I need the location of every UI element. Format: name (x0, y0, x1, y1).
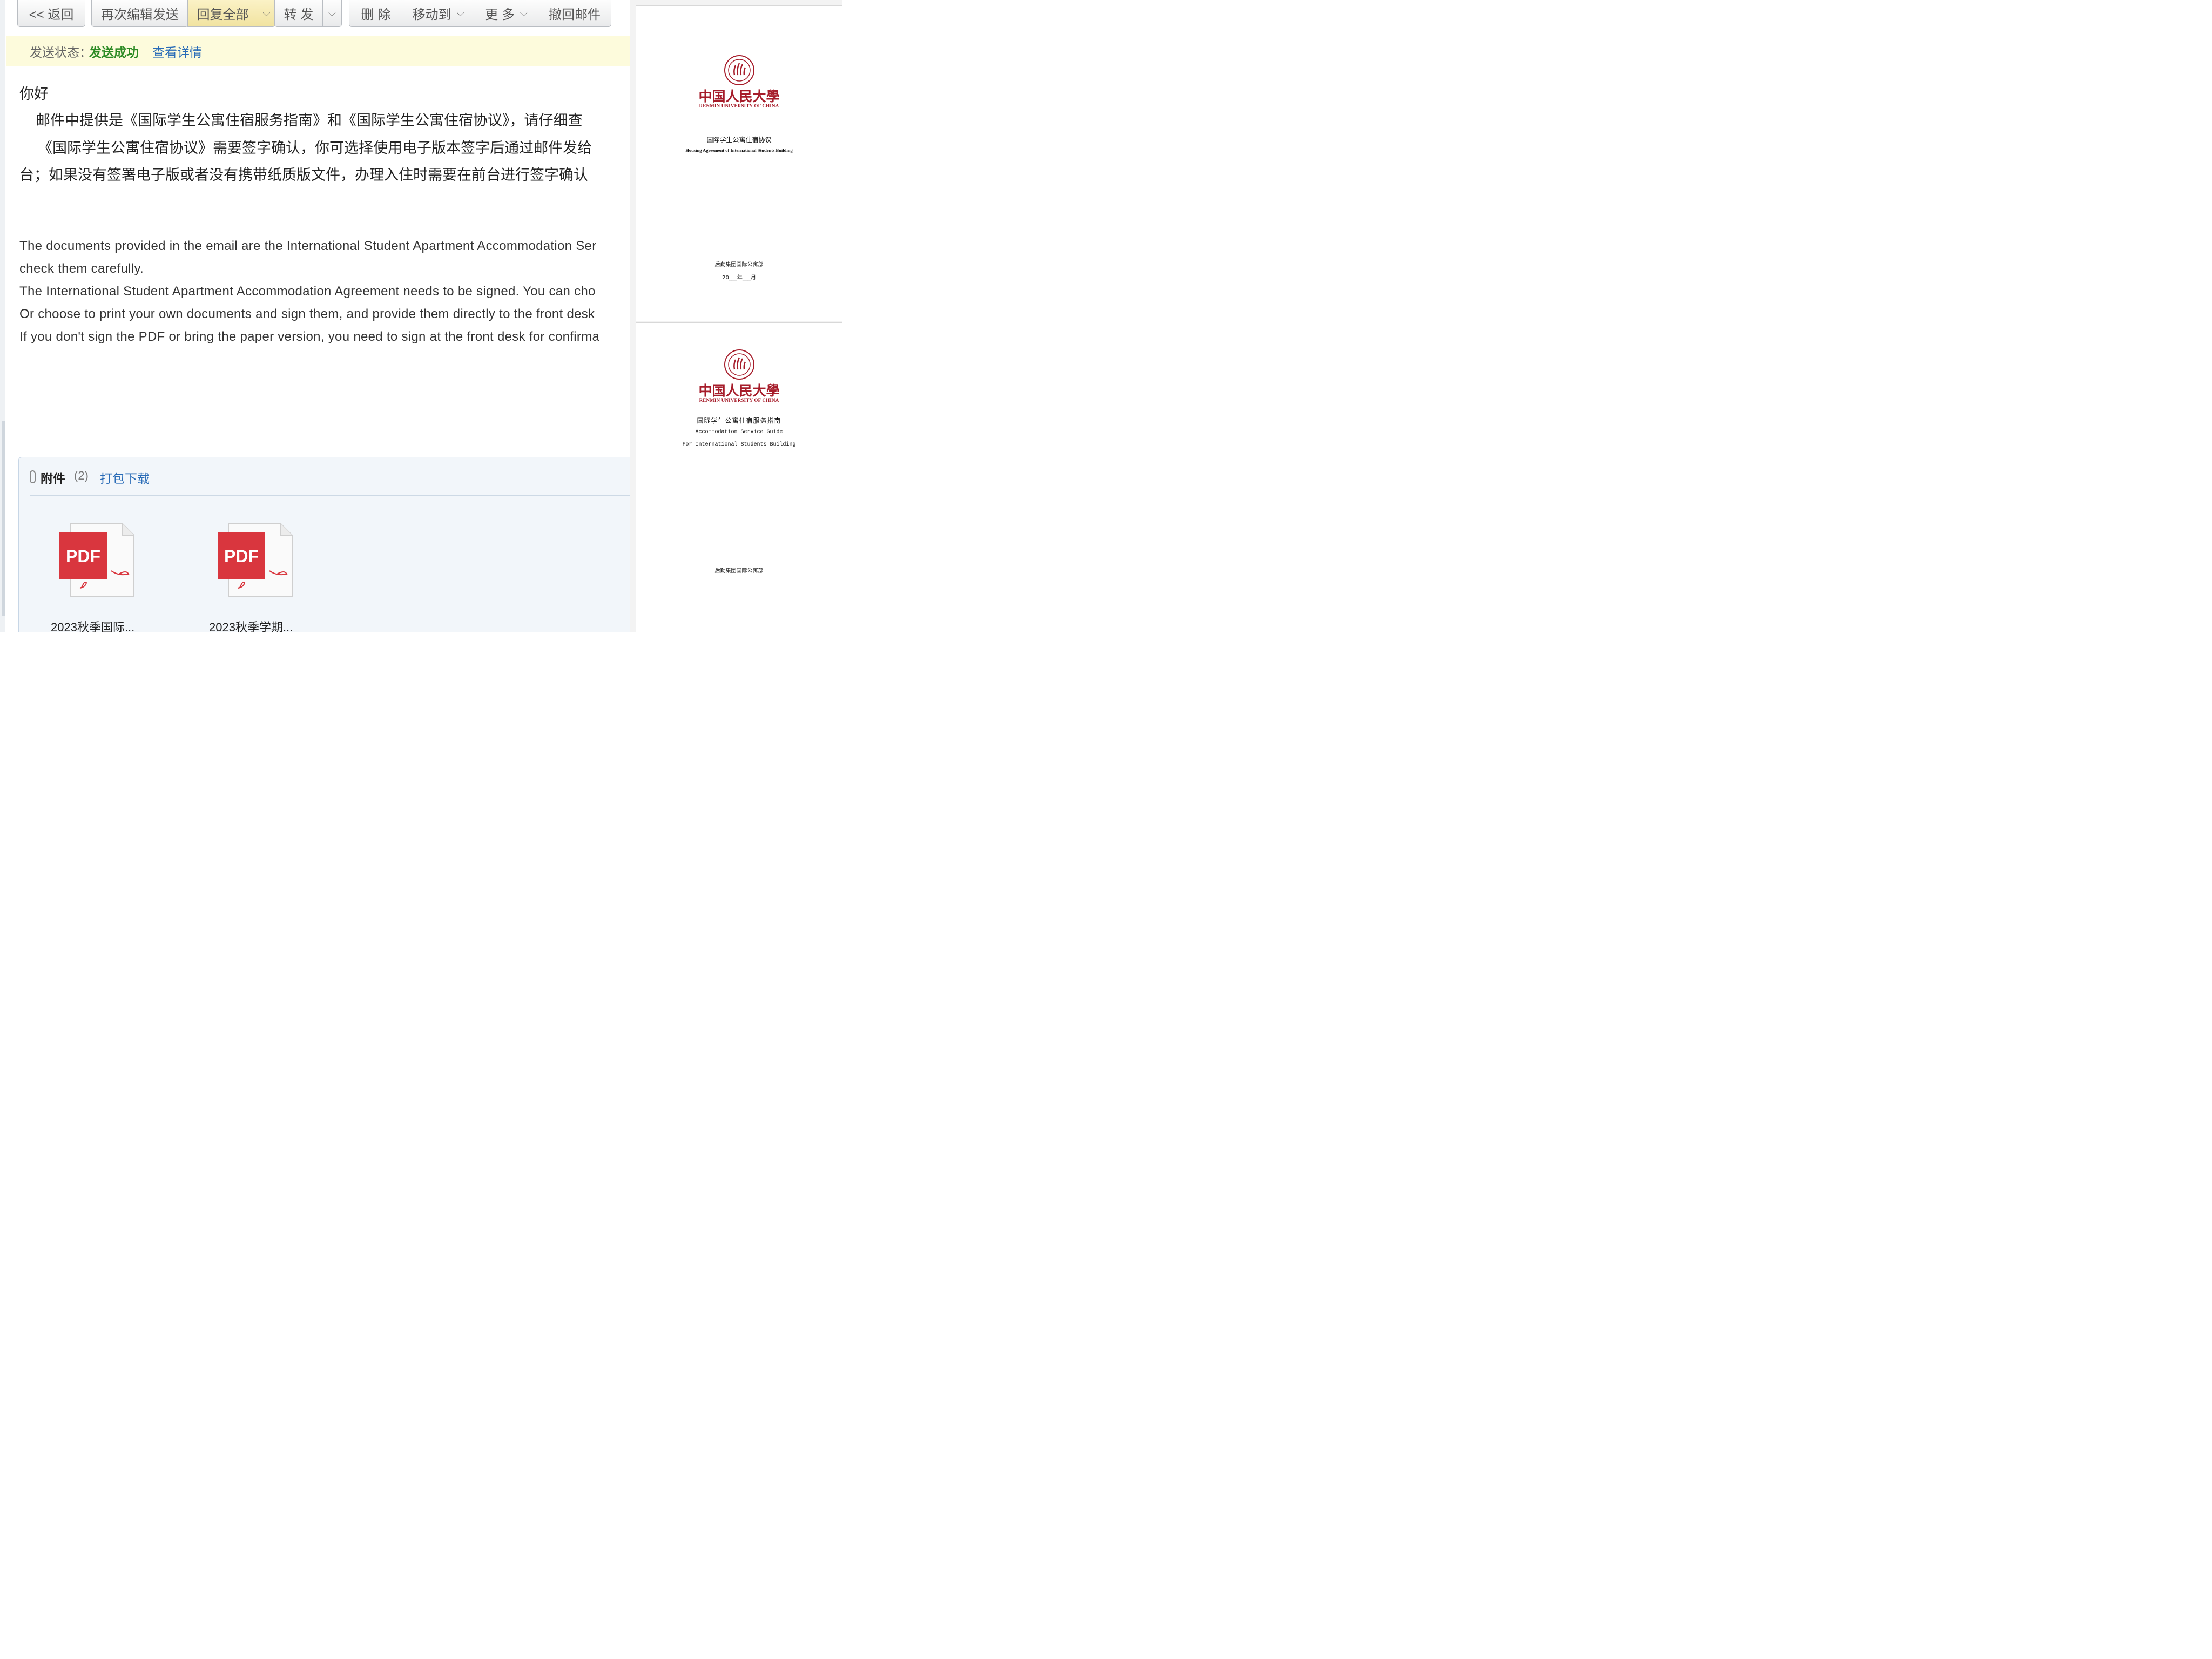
forward-label: 转 发 (284, 8, 314, 22)
body-en-line-1: The documents provided in the email are … (19, 239, 597, 253)
body-en-line-3: The International Student Apartment Acco… (19, 284, 596, 299)
pdf-preview-panel: 中国人民大學 RENMIN UNIVERSITY OF CHINA 国际学生公寓… (630, 0, 842, 633)
recall-label: 撤回邮件 (549, 8, 601, 22)
more-label: 更 多 (485, 8, 515, 22)
chevron-down-icon: ⌵ (520, 8, 528, 18)
body-en-line-5: If you don't sign the PDF or bring the p… (19, 329, 600, 344)
attachments-divider (30, 495, 630, 496)
reply-all-button[interactable]: 回复全部 (187, 0, 258, 27)
document-title-zh: 国际学生公寓住宿协议 (706, 136, 772, 144)
university-name-en: RENMIN UNIVERSITY OF CHINA (699, 103, 779, 109)
document-page-housing-agreement: 中国人民大學 RENMIN UNIVERSITY OF CHINA 国际学生公寓… (636, 5, 842, 321)
university-seal-icon (724, 349, 754, 380)
chevron-down-icon: ⌵ (328, 8, 336, 18)
body-zh-line-1: 邮件中提供是《国际学生公寓住宿服务指南》和《国际学生公寓住宿协议》，请仔细查 (36, 112, 583, 129)
edge-marker (2, 421, 5, 616)
body-zh-line-2: 《国际学生公寓住宿协议》需要签字确认，你可选择使用电子版本签字后通过邮件发给 (38, 140, 592, 157)
move-to-label: 移动到 (412, 8, 451, 22)
attachment-file-name: 2023秋季国际... (51, 621, 135, 632)
greeting: 你好 (19, 86, 49, 103)
body-zh-line-3: 台；如果没有签署电子版或者没有携带纸质版文件，办理入住时需要在前台进行签字确认 (19, 167, 588, 184)
pdf-icon-label: PDF (224, 547, 259, 566)
view-details-link[interactable]: 查看详情 (152, 42, 202, 60)
body-en-line-4: Or choose to print your own documents an… (19, 307, 595, 321)
pdf-icon-label: PDF (66, 547, 100, 566)
chevron-down-icon: ⌵ (456, 8, 464, 18)
reply-all-dropdown[interactable]: ⌵ (258, 0, 275, 27)
document-title-en-1: Accommodation Service Guide (695, 429, 783, 435)
left-window-edge (0, 0, 5, 632)
university-name-zh: 中国人民大學 (698, 89, 780, 104)
reedit-send-button[interactable]: 再次编辑发送 (91, 0, 188, 27)
send-status-bar: 发送状态： 发送成功 查看详情 (6, 36, 630, 66)
forward-dropdown[interactable]: ⌵ (322, 0, 342, 27)
pdf-file-icon: PDF (59, 523, 134, 597)
move-to-button[interactable]: 移动到 ⌵ (402, 0, 475, 27)
delete-label: 删 除 (361, 8, 391, 22)
document-title-en: Housing Agreement of International Stude… (685, 147, 793, 153)
pdf-file-icon: PDF (218, 523, 293, 597)
document-page-service-guide: 中国人民大學 RENMIN UNIVERSITY OF CHINA 国际学生公寓… (636, 322, 842, 633)
download-all-link[interactable]: 打包下载 (100, 468, 150, 487)
document-department: 后勤集团国际公寓部 (714, 262, 764, 268)
reedit-label: 再次编辑发送 (101, 8, 179, 22)
recall-button[interactable]: 撤回邮件 (538, 0, 611, 27)
document-title-zh: 国际学生公寓住宿服务指南 (697, 417, 781, 424)
more-button[interactable]: 更 多 ⌵ (474, 0, 539, 27)
document-date: 20___年___月 (722, 275, 756, 281)
university-name-en: RENMIN UNIVERSITY OF CHINA (699, 397, 779, 403)
delete-button[interactable]: 删 除 (349, 0, 403, 27)
attachment-file-1[interactable]: PDF 2023秋季国际... (51, 522, 150, 632)
forward-button[interactable]: 转 发 (274, 0, 323, 27)
status-value: 发送成功 (89, 45, 139, 59)
body-en-line-2: check them carefully. (19, 261, 144, 276)
university-seal-icon (724, 55, 754, 85)
back-button[interactable]: << 返回 (17, 0, 85, 27)
attachments-count: (2) (74, 469, 89, 482)
university-name-zh: 中国人民大學 (698, 383, 780, 399)
chevron-down-icon: ⌵ (262, 8, 271, 18)
document-department: 后勤集团国际公寓部 (714, 568, 764, 574)
email-view: << 返回 再次编辑发送 回复全部 ⌵ 转 发 ⌵ 删 除 移动到 ⌵ 更 多 ⌵ … (5, 0, 630, 632)
email-toolbar: << 返回 再次编辑发送 回复全部 ⌵ 转 发 ⌵ 删 除 移动到 ⌵ 更 多 ⌵ … (5, 0, 630, 36)
attachments-title: 附件 (41, 471, 65, 485)
reply-all-label: 回复全部 (197, 8, 249, 22)
status-label: 发送状态： (30, 45, 92, 59)
paperclip-icon (30, 470, 36, 483)
back-label: << 返回 (29, 8, 74, 22)
document-title-en-2: For International Students Building (682, 442, 796, 448)
attachment-file-name: 2023秋季学期... (209, 621, 293, 632)
attachment-file-2[interactable]: PDF 2023秋季学期... (209, 522, 308, 632)
attachments-panel: 附件 (2) 打包下载 PDF 2023秋季国际... PDF 2023秋季学期… (18, 457, 630, 632)
